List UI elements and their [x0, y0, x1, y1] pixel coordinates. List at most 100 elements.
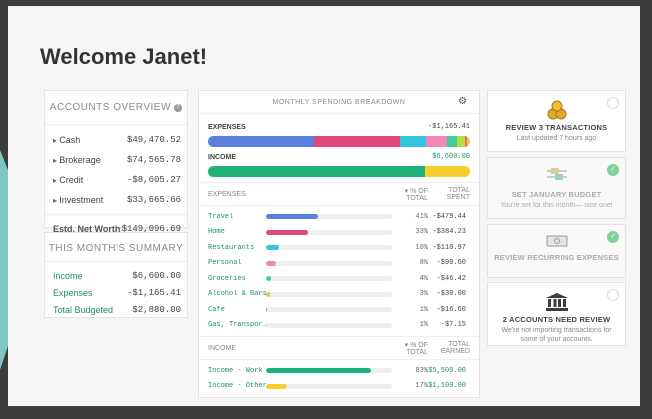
stacked-bar-segment[interactable] — [425, 166, 470, 177]
task-title: 2 ACCOUNTS NEED REVIEW — [502, 315, 611, 324]
expenses-col-total[interactable]: TOTAL SPENT — [428, 187, 470, 201]
category-amount: -$30.00 — [436, 290, 466, 299]
category-name: Home — [208, 228, 225, 237]
summary-label: Total Budgeted — [53, 304, 114, 315]
category-name: Personal — [208, 259, 242, 268]
stacked-bar-segment[interactable] — [446, 136, 458, 147]
account-value: -$8,605.27 — [126, 175, 181, 185]
income-total: $6,600.00 — [432, 153, 470, 161]
task-set-budget[interactable]: ✓ SET JANUARY BUDGET You're set for this… — [487, 157, 626, 219]
category-bar-fill — [266, 214, 318, 220]
expenses-summary-row: EXPENSES -$1,165.41 — [199, 121, 479, 133]
category-row[interactable]: Income - Work 83% $5,500.00 — [199, 363, 479, 379]
summary-value: $2,880.00 — [132, 304, 181, 315]
task-review-transactions[interactable]: REVIEW 3 TRANSACTIONS Last updated 7 hou… — [487, 90, 626, 152]
category-row[interactable]: Income - Other 17% $1,100.00 — [199, 379, 479, 395]
stacked-bar-segment[interactable] — [400, 136, 426, 147]
category-name: Cafe — [208, 305, 225, 314]
account-row[interactable]: Cash $49,470.52 — [45, 130, 187, 150]
category-row[interactable]: Alcohol & Bars 3% -$30.00 — [199, 287, 479, 303]
category-amount: $5,500.00 — [428, 366, 466, 375]
category-bar-fill — [266, 260, 277, 266]
income-col-pct[interactable]: ▾ % OF TOTAL — [382, 341, 428, 356]
spending-breakdown-header: MONTHLY SPENDING BREAKDOWN ⚙ — [199, 91, 479, 114]
gear-icon[interactable]: ⚙ — [458, 96, 467, 107]
expenses-col-pct[interactable]: ▾ % OF TOTAL — [382, 187, 428, 202]
category-bar-fill — [266, 245, 279, 251]
category-amount: -$479.44 — [432, 212, 466, 221]
account-label: Investment — [53, 195, 103, 205]
category-percent: 41% — [415, 212, 428, 221]
category-row[interactable]: Restaurants 10% -$110.97 — [199, 240, 479, 256]
task-accounts-review[interactable]: 2 ACCOUNTS NEED REVIEW We're not importi… — [487, 282, 626, 346]
category-row[interactable]: Gas, Transpor… 1% -$7.15 — [199, 318, 479, 334]
category-percent: 33% — [415, 228, 428, 237]
stacked-bar-segment[interactable] — [314, 136, 400, 147]
category-amount: -$7.15 — [440, 321, 466, 330]
category-name: Travel — [208, 212, 234, 221]
task-recurring-expenses[interactable]: ✓ REVIEW RECURRING EXPENSES — [487, 224, 626, 278]
task-status-icon — [607, 289, 619, 301]
category-percent: 83% — [415, 366, 428, 375]
task-subtitle: You're set for this month— nice one! — [500, 202, 613, 209]
help-icon[interactable]: ? — [174, 104, 183, 112]
sliders-icon — [488, 167, 625, 187]
summary-row[interactable]: Expenses -$1,165.41 — [45, 284, 187, 301]
check-icon: ✓ — [607, 231, 619, 243]
category-row[interactable]: Travel 41% -$479.44 — [199, 209, 479, 225]
category-percent: 10% — [415, 243, 428, 252]
category-bar-fill — [266, 276, 272, 282]
income-col-name: INCOME — [208, 344, 236, 352]
stacked-bar-segment[interactable] — [208, 136, 315, 147]
task-title: SET JANUARY BUDGET — [511, 190, 602, 199]
category-bar-track — [266, 214, 392, 220]
account-row[interactable]: Investment $33,665.66 — [45, 190, 187, 210]
task-subtitle: We're not importing transactions for som… — [501, 327, 612, 344]
category-percent: 4% — [419, 274, 428, 283]
category-bar-track — [266, 383, 392, 389]
task-subtitle: Last updated 7 hours ago — [516, 135, 597, 142]
income-col-total[interactable]: TOTAL EARNED — [428, 341, 470, 355]
summary-value: $6,600.00 — [132, 270, 181, 281]
category-bar-fill — [266, 291, 270, 297]
category-bar-fill — [266, 322, 268, 328]
monthly-summary-header: THIS MONTH'S SUMMARY — [45, 233, 187, 262]
stacked-bar-segment[interactable] — [457, 136, 465, 147]
category-amount: $1,100.00 — [428, 382, 466, 391]
income-stacked-bar[interactable] — [208, 166, 470, 177]
category-name: Restaurants — [208, 243, 255, 252]
category-percent: 17% — [415, 382, 428, 391]
category-row[interactable]: Personal 8% -$90.60 — [199, 256, 479, 272]
expenses-label: EXPENSES — [208, 123, 246, 131]
category-row[interactable]: Home 33% -$384.23 — [199, 225, 479, 241]
check-icon: ✓ — [607, 164, 619, 176]
stacked-bar-segment[interactable] — [425, 136, 447, 147]
stacked-bar-segment[interactable] — [208, 166, 426, 177]
page-title: Welcome Janet! — [40, 44, 208, 69]
spending-breakdown-card: MONTHLY SPENDING BREAKDOWN ⚙ EXPENSES -$… — [198, 90, 480, 398]
category-bar-fill — [266, 307, 268, 313]
summary-row[interactable]: Total Budgeted $2,880.00 — [45, 301, 187, 318]
stacked-bar-segment[interactable] — [467, 136, 470, 147]
task-title: REVIEW 3 TRANSACTIONS — [505, 123, 608, 132]
account-row[interactable]: Brokerage $74,565.78 — [45, 150, 187, 170]
category-bar-track — [266, 368, 392, 374]
summary-label: Income — [53, 270, 83, 281]
expenses-stacked-bar[interactable] — [208, 136, 470, 147]
account-label: Brokerage — [53, 155, 101, 165]
category-bar-track — [266, 229, 392, 235]
category-bar-track — [266, 276, 392, 282]
category-name: Groceries — [208, 274, 246, 283]
bank-icon — [488, 292, 625, 312]
expenses-col-name: EXPENSES — [208, 190, 246, 198]
task-title: REVIEW RECURRING EXPENSES — [494, 253, 619, 262]
summary-label: Expenses — [53, 287, 93, 298]
category-row[interactable]: Groceries 4% -$46.42 — [199, 271, 479, 287]
spending-breakdown-title: MONTHLY SPENDING BREAKDOWN — [272, 98, 406, 106]
account-label: Credit — [53, 175, 83, 185]
account-row[interactable]: Credit -$8,605.27 — [45, 170, 187, 190]
category-bar-fill — [266, 229, 308, 235]
category-name: Income - Other — [208, 382, 266, 391]
summary-row[interactable]: Income $6,600.00 — [45, 267, 187, 284]
category-row[interactable]: Cafe 1% -$16.60 — [199, 302, 479, 318]
